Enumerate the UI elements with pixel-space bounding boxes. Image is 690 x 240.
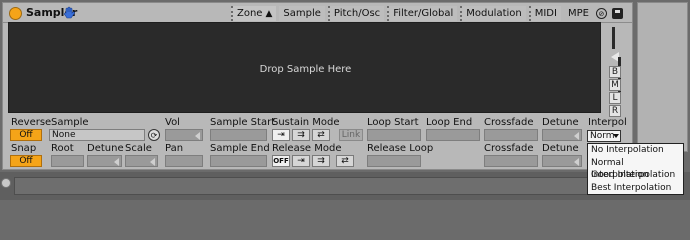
volume-slider[interactable] [612, 27, 615, 49]
loop-start-label: Loop Start [367, 117, 419, 128]
crossfade-field[interactable] [484, 129, 538, 141]
interpolation-select[interactable]: Norm [587, 130, 621, 142]
sustain-no-loop-button[interactable]: ⇥ [272, 129, 290, 141]
tab-filter-global-label: Filter/Global [393, 8, 454, 19]
detune-label: Detune [542, 117, 579, 128]
link-button[interactable]: Link [339, 129, 363, 141]
root-field[interactable] [51, 155, 84, 167]
root-label: Root [51, 143, 74, 154]
vol-field[interactable] [165, 129, 203, 141]
tab-filter-global[interactable]: Filter/Global [387, 6, 458, 21]
tab-modulation[interactable]: Modulation [460, 6, 526, 21]
tab-pitch-osc[interactable]: Pitch/Osc [327, 6, 385, 21]
pan-field[interactable] [165, 155, 203, 167]
side-button-r[interactable]: R [609, 105, 621, 117]
release-loop-field[interactable] [367, 155, 421, 167]
crossfade-label-row2: Crossfade [484, 143, 534, 154]
sample-name-field[interactable]: None [49, 129, 145, 141]
tab-zone-label: Zone [237, 8, 263, 19]
tab-bar: Zone ▲ Sample Pitch/Osc Filter/Global Mod… [231, 6, 623, 21]
tab-sample[interactable]: Sample [279, 6, 325, 21]
sample-start-field[interactable] [210, 129, 267, 141]
chevron-down-icon [613, 134, 619, 138]
triangle-left-icon [574, 158, 579, 166]
release-off-button[interactable]: OFF [272, 155, 290, 167]
sustain-loop-backforth-button[interactable]: ⇄ [312, 129, 330, 141]
triangle-up-icon: ▲ [265, 8, 273, 19]
reverse-label: Reverse [11, 117, 52, 128]
tab-zone[interactable]: Zone ▲ [231, 6, 277, 21]
snap-toggle[interactable]: Off [10, 155, 42, 167]
release-loop-label: Release Loop [367, 143, 434, 154]
release-no-loop-button[interactable]: ⇥ [292, 155, 310, 167]
dropdown-option-good-interpolation[interactable]: Good Interpolation [588, 169, 683, 182]
device-power-button[interactable] [9, 7, 22, 20]
sample-end-field[interactable] [210, 155, 267, 167]
reverse-toggle[interactable]: Off [10, 129, 42, 141]
tab-pitch-osc-label: Pitch/Osc [333, 8, 381, 19]
interpolation-dropdown: No Interpolation Normal Interpolation Go… [587, 143, 684, 195]
sustain-loop-forward-button[interactable]: ⇉ [292, 129, 310, 141]
snap-label: Snap [11, 143, 37, 154]
detune2-field[interactable] [542, 155, 582, 167]
loop-end-field[interactable] [426, 129, 480, 141]
reload-icon[interactable]: ⟳ [148, 129, 160, 141]
tab-midi-label: MIDI [534, 8, 557, 19]
scale-field[interactable] [125, 155, 158, 167]
scale-label: Scale [125, 143, 152, 154]
dropdown-option-no-interpolation[interactable]: No Interpolation [588, 144, 683, 157]
release-loop-forward-button[interactable]: ⇉ [312, 155, 330, 167]
crossfade-field-row2[interactable] [484, 155, 538, 167]
pan-label: Pan [165, 143, 184, 154]
triangle-left-icon [574, 132, 579, 140]
release-mode-label: Release Mode [272, 143, 342, 154]
detune-field-row2[interactable] [87, 155, 122, 167]
tab-midi[interactable]: MIDI [528, 6, 561, 21]
tab-modulation-label: Modulation [466, 8, 522, 19]
sample-display[interactable]: Drop Sample Here [8, 22, 601, 113]
side-button-b[interactable]: B [609, 66, 621, 78]
crossfade-label: Crossfade [484, 117, 534, 128]
settings-circle-icon[interactable]: ⊘ [595, 8, 607, 19]
triangle-left-icon [150, 158, 155, 166]
detune-label-row2: Detune [87, 143, 124, 154]
sample-start-label: Sample Start [210, 117, 276, 128]
side-button-m[interactable]: M [609, 79, 621, 91]
save-preset-icon[interactable] [611, 8, 623, 19]
tab-sample-label: Sample [283, 8, 321, 19]
vol-label: Vol [165, 117, 180, 128]
dropdown-option-best-interpolation[interactable]: Best Interpolation [588, 182, 683, 195]
drop-sample-text: Drop Sample Here [259, 64, 352, 75]
loop-end-label: Loop End [426, 117, 473, 128]
mpe-label[interactable]: MPE [566, 8, 591, 19]
triangle-left-icon [114, 158, 119, 166]
detune2-label: Detune [542, 143, 579, 154]
sample-label: Sample [51, 117, 89, 128]
dropdown-option-normal-interpolation[interactable]: Normal Interpolation [588, 157, 683, 181]
side-button-l[interactable]: L [609, 92, 621, 104]
interpolation-value: Norm [590, 131, 615, 141]
release-loop-backforth-button[interactable]: ⇄ [336, 155, 354, 167]
play-icon[interactable] [1, 178, 11, 188]
chain-drop-area[interactable] [14, 177, 684, 195]
loop-start-field[interactable] [367, 129, 421, 141]
interpol-label: Interpol [588, 117, 627, 128]
sample-end-label: Sample End [210, 143, 270, 154]
sustain-mode-label: Sustain Mode [272, 117, 340, 128]
detune-field[interactable] [542, 129, 582, 141]
adjacent-device-panel [637, 2, 688, 152]
triangle-left-icon [195, 132, 200, 140]
hand-icon [64, 6, 75, 19]
device-title-bar: Sampler Zone ▲ Sample Pitch/Osc Filter/Gl… [3, 3, 632, 23]
